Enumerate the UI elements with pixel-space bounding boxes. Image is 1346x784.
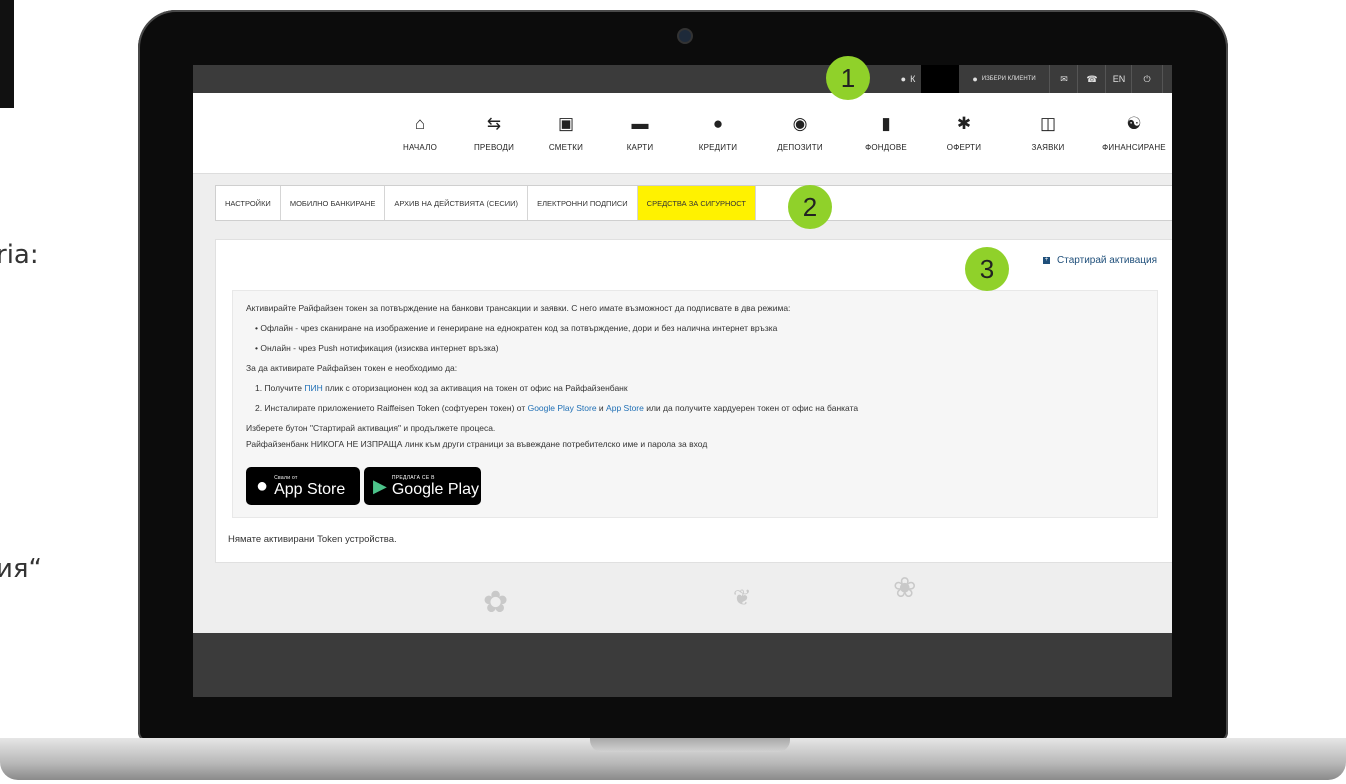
language-label: EN — [1112, 74, 1126, 84]
step-1-post: плик с оторизационен код за активация на… — [322, 383, 628, 393]
user-initial: К — [910, 74, 916, 84]
token-info-box: Активирайте Райфайзен токен за потвържде… — [232, 290, 1158, 518]
google-play-button[interactable]: ▶ ПРЕДЛАГА СЕ В Google Play — [364, 467, 481, 505]
nav-label: ПРЕВОДИ — [473, 142, 515, 152]
app-store-button[interactable]: ● Свали от App Store — [246, 467, 360, 505]
start-activation-button[interactable]: + Стартирай активация — [1043, 255, 1157, 266]
step-1: 1. Получите ПИН плик с оторизационен код… — [255, 383, 628, 393]
badge-icon: ✱ — [956, 113, 972, 133]
google-play-big-label: Google Play — [391, 480, 480, 498]
screen: ● К ● ИЗБЕРИ КЛИЕНТИ ✉ ☎ EN ⏻ ⌂ НАЧАЛО ⇆… — [193, 65, 1172, 697]
tab-settings[interactable]: НАСТРОЙКИ — [216, 186, 281, 220]
document-plus-icon: ◫ — [1039, 113, 1057, 133]
step-2-pre: 2. Инсталирате приложението Raiffeisen T… — [255, 403, 528, 413]
start-activation-label: Стартирай активация — [1057, 255, 1157, 266]
flower-decoration-icon: ✿ — [483, 586, 509, 619]
bullet-online-text: Онлайн - чрез Push нотификация (изисква … — [260, 343, 499, 353]
transfer-icon: ⇆ — [486, 113, 502, 133]
warning-text: Райфайзенбанк НИКОГА НЕ ИЗПРАЩА линк към… — [246, 439, 708, 449]
tab-security-tools[interactable]: СРЕДСТВА ЗА СИГУРНОСТ — [637, 186, 756, 220]
callout-badge-3: 3 — [965, 247, 1009, 291]
step-1-pre: 1. Получите — [255, 383, 305, 393]
security-panel: + Стартирай активация Активирайте Райфай… — [215, 239, 1172, 563]
flower-decoration-icon: ❀ — [893, 572, 917, 603]
handshake-icon: ☯ — [1126, 113, 1142, 133]
nav-item-credits[interactable]: ● КРЕДИТИ — [678, 93, 758, 173]
play-icon: ▶ — [373, 475, 387, 496]
users-icon: ● — [972, 74, 978, 84]
left-side-text-top: ria: — [0, 240, 39, 270]
left-side-text-bottom: ия“ — [0, 554, 43, 584]
flower-decoration-icon: ❦ — [733, 585, 752, 610]
mail-button[interactable]: ✉ — [1049, 65, 1078, 93]
tab-session-archive[interactable]: АРХИВ НА ДЕЙСТВИЯТА (СЕСИИ) — [385, 186, 529, 220]
tab-electronic-signatures[interactable]: ЕЛЕКТРОННИ ПОДПИСИ — [528, 186, 638, 220]
nav-item-deposits[interactable]: ◉ ДЕПОЗИТИ — [760, 93, 840, 173]
nav-item-cards[interactable]: ▬ КАРТИ — [600, 93, 680, 173]
google-play-link[interactable]: Google Play Store — [528, 403, 597, 413]
tab-mobile-banking[interactable]: МОБИЛНО БАНКИРАНЕ — [281, 186, 386, 220]
top-utility-bar: ● К ● ИЗБЕРИ КЛИЕНТИ ✉ ☎ EN ⏻ — [193, 65, 1172, 93]
no-token-message: Нямате активирани Token устройства. — [228, 534, 397, 545]
logout-button[interactable]: ⏻ — [1131, 65, 1163, 93]
apple-icon: ● — [256, 474, 269, 497]
main-navigation: ⌂ НАЧАЛО ⇆ ПРЕВОДИ ▣ СМЕТКИ ▬ КАРТИ ● КР… — [193, 93, 1172, 174]
app-store-big-label: App Store — [274, 480, 346, 498]
phone-icon: ☎ — [1086, 73, 1098, 84]
language-button[interactable]: EN — [1105, 65, 1132, 93]
phone-button[interactable]: ☎ — [1077, 65, 1106, 93]
user-icon: ● — [900, 74, 907, 84]
bullet-offline: • Офлайн - чрез сканиране на изображение… — [255, 323, 778, 333]
nav-item-transfers[interactable]: ⇆ ПРЕВОДИ — [454, 93, 534, 173]
requirements-text: За да активирате Райфайзен токен е необх… — [246, 363, 458, 373]
pin-link[interactable]: ПИН — [304, 383, 322, 393]
nav-label: ДЕПОЗИТИ — [777, 142, 823, 152]
nav-item-requests[interactable]: ◫ ЗАЯВКИ — [1008, 93, 1088, 173]
laptop-notch — [590, 738, 790, 752]
wallet-icon: ▣ — [557, 113, 575, 133]
callout-badge-1: 1 — [826, 56, 870, 100]
nav-label: ФОНДОВЕ — [865, 142, 907, 152]
nav-label: НАЧАЛО — [402, 142, 437, 152]
intro-text: Активирайте Райфайзен токен за потвържде… — [246, 303, 791, 313]
step-2-mid: и — [596, 403, 607, 413]
bullet-offline-text: Офлайн - чрез сканиране на изображение и… — [260, 323, 778, 333]
nav-label: ОФЕРТИ — [946, 142, 982, 152]
background-dark-corner — [0, 0, 14, 108]
nav-label: ЗАЯВКИ — [1031, 142, 1065, 152]
bullet-online: • Онлайн - чрез Push нотификация (изискв… — [255, 343, 499, 353]
nav-label: КРЕДИТИ — [698, 142, 738, 152]
choose-clients-button[interactable]: ● ИЗБЕРИ КЛИЕНТИ — [959, 65, 1049, 93]
choose-button-text: Изберете бутон "Стартирай активация" и п… — [246, 423, 496, 433]
nav-item-home[interactable]: ⌂ НАЧАЛО — [380, 93, 460, 173]
footer — [193, 633, 1172, 697]
money-bag-icon: ● — [712, 113, 724, 133]
redacted-username — [921, 65, 959, 93]
app-store-link[interactable]: App Store — [606, 403, 644, 413]
nav-item-offers[interactable]: ✱ ОФЕРТИ — [924, 93, 1004, 173]
plus-square-icon: + — [1043, 257, 1051, 264]
piggy-bank-icon: ◉ — [792, 113, 808, 133]
nav-item-accounts[interactable]: ▣ СМЕТКИ — [526, 93, 606, 173]
settings-tabs: НАСТРОЙКИ МОБИЛНО БАНКИРАНЕ АРХИВ НА ДЕЙ… — [215, 185, 1172, 221]
nav-label: ФИНАНСИРАНЕ — [1102, 142, 1166, 152]
camera-icon — [677, 28, 693, 44]
choose-clients-label: ИЗБЕРИ КЛИЕНТИ — [981, 76, 1036, 82]
nav-item-funds[interactable]: ▮ ФОНДОВЕ — [846, 93, 926, 173]
chart-icon: ▮ — [881, 113, 891, 133]
nav-item-financing[interactable]: ☯ ФИНАНСИРАНЕ — [1096, 93, 1172, 173]
user-menu[interactable]: ● К — [893, 65, 923, 93]
card-icon: ▬ — [631, 113, 649, 133]
home-icon: ⌂ — [414, 113, 426, 133]
step-2: 2. Инсталирате приложението Raiffeisen T… — [255, 403, 858, 413]
nav-label: КАРТИ — [626, 142, 654, 152]
mail-icon: ✉ — [1060, 73, 1068, 84]
nav-label: СМЕТКИ — [548, 142, 584, 152]
power-icon: ⏻ — [1143, 73, 1151, 84]
step-2-post: или да получите хардуерен токен от офис … — [643, 403, 859, 413]
callout-badge-2: 2 — [788, 185, 832, 229]
